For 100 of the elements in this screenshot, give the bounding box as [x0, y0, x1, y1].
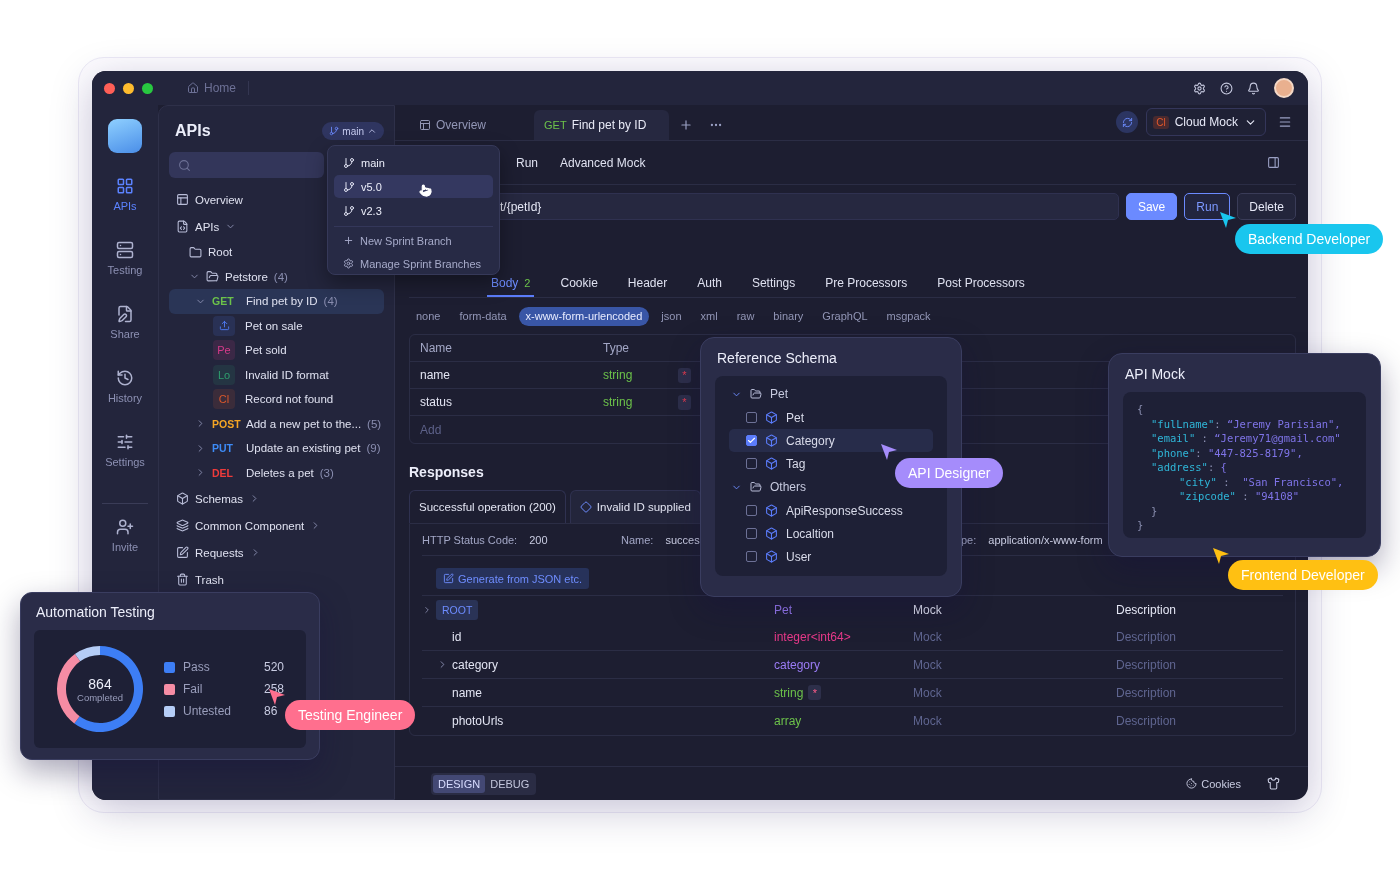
- checkbox[interactable]: [746, 528, 757, 539]
- rail-item[interactable]: Testing: [107, 241, 143, 305]
- tree-item[interactable]: Common Component: [169, 512, 384, 539]
- role-tag: Testing Engineer: [285, 700, 416, 730]
- table-cell: category: [452, 657, 499, 672]
- cookie-icon: [1186, 778, 1198, 789]
- body-type-option[interactable]: x-www-form-urlencoded: [518, 306, 650, 326]
- table-cell: Description: [1116, 685, 1177, 700]
- total-label: Completed: [77, 691, 123, 703]
- tree-item[interactable]: Schemas: [169, 485, 384, 512]
- request-tab[interactable]: Post Processors: [933, 271, 1029, 297]
- help-icon[interactable]: [1220, 81, 1233, 95]
- invite-button[interactable]: Invite: [111, 518, 139, 582]
- request-tab[interactable]: Header: [623, 271, 672, 297]
- cube-icon: [765, 550, 778, 563]
- rail-item[interactable]: APIs: [113, 177, 137, 241]
- sync-icon[interactable]: [1116, 111, 1139, 133]
- sub-tab[interactable]: Run: [516, 155, 538, 170]
- panel-toggle-icon[interactable]: [1267, 156, 1280, 169]
- menu-action[interactable]: New Sprint Branch: [334, 229, 493, 252]
- case-item[interactable]: Lo Invalid ID format: [169, 362, 384, 387]
- code-line: "fulLname": “Jeremy Parisian",: [1151, 416, 1341, 431]
- schema-item[interactable]: Category: [729, 429, 933, 452]
- branch-option[interactable]: v5.0: [334, 175, 493, 198]
- shirt-icon[interactable]: [1267, 777, 1280, 790]
- panel-title: APIs: [175, 122, 211, 140]
- checkbox[interactable]: [746, 505, 757, 516]
- action-button[interactable]: Delete: [1237, 193, 1296, 220]
- column-header: Type: [603, 341, 630, 355]
- tree-item[interactable]: Requests: [169, 539, 384, 566]
- request-tab[interactable]: Cookie: [556, 271, 602, 297]
- pointer-icon: [1212, 547, 1230, 565]
- minimize-icon[interactable]: [123, 82, 134, 94]
- sub-tab[interactable]: Advanced Mock: [560, 155, 646, 170]
- method-label: PUT: [212, 442, 234, 455]
- method-label: DEL: [212, 466, 234, 479]
- request-tab[interactable]: Settings: [747, 271, 800, 297]
- file-code-icon: [176, 220, 189, 233]
- endpoint-item[interactable]: GET Find pet by ID (4): [169, 289, 384, 314]
- endpoint-item[interactable]: DEL Deletes a pet (3): [169, 460, 384, 485]
- mode-toggle[interactable]: DESIGN: [433, 774, 486, 793]
- code-line: {: [1137, 402, 1144, 417]
- schema-item[interactable]: Tag: [729, 452, 814, 475]
- body-type-option[interactable]: raw: [729, 306, 762, 326]
- search-field[interactable]: [169, 152, 324, 178]
- case-item[interactable]: Pet on sale: [169, 313, 384, 338]
- case-item[interactable]: Pe Pet sold: [169, 338, 384, 363]
- endpoint-item[interactable]: PUT Update an existing pet (9): [169, 436, 384, 461]
- field-label: Name:: [621, 533, 654, 546]
- body-type-option[interactable]: binary: [766, 306, 811, 326]
- body-type-option[interactable]: GraphQL: [815, 306, 875, 326]
- checkbox[interactable]: [746, 551, 757, 562]
- branch-option[interactable]: main: [334, 151, 493, 174]
- endpoint-item[interactable]: POST Add a new pet to the... (5): [169, 411, 384, 436]
- request-tab[interactable]: Auth: [693, 271, 726, 297]
- body-type-option[interactable]: msgpack: [879, 306, 938, 326]
- editor-tab[interactable]: Overview: [409, 110, 496, 140]
- body-type-option[interactable]: json: [654, 306, 689, 326]
- response-tab[interactable]: Successful operation (200): [409, 490, 566, 523]
- schema-item[interactable]: ApiResponseSuccess: [729, 499, 911, 522]
- close-icon[interactable]: [104, 82, 115, 94]
- cube-icon: [765, 457, 778, 470]
- cookies-button[interactable]: Cookies: [1180, 776, 1247, 791]
- body-type-option[interactable]: none: [409, 306, 448, 326]
- avatar[interactable]: [1274, 78, 1294, 98]
- settings-icon[interactable]: [1193, 81, 1206, 95]
- schema-group[interactable]: Others: [731, 475, 806, 499]
- case-item[interactable]: Cl Record not found: [169, 387, 384, 412]
- chevron-right-icon[interactable]: [422, 604, 432, 615]
- schema-item[interactable]: User: [729, 545, 820, 568]
- action-button[interactable]: Run: [1184, 193, 1231, 220]
- checkbox[interactable]: [746, 435, 757, 446]
- schema-item[interactable]: Pet: [729, 406, 812, 429]
- response-tab[interactable]: Invalid ID supplied: [569, 490, 701, 523]
- request-tab[interactable]: Pre Processors: [821, 271, 912, 297]
- rail-item[interactable]: Share: [110, 305, 140, 369]
- generate-button[interactable]: Generate from JSON etc.: [436, 568, 590, 589]
- editor-tab[interactable]: GET Find pet by ID: [534, 110, 669, 140]
- table-cell: string: [603, 368, 633, 382]
- body-type-option[interactable]: xml: [693, 306, 725, 326]
- checkbox[interactable]: [746, 412, 757, 423]
- rail-item[interactable]: History: [107, 369, 143, 433]
- table-cell: string: [603, 395, 633, 409]
- mode-toggle[interactable]: DEBUG: [485, 774, 535, 793]
- checkbox[interactable]: [746, 458, 757, 469]
- schema-item[interactable]: Localtion: [729, 522, 843, 545]
- table-cell: Description: [1116, 657, 1177, 672]
- rail-item[interactable]: Settings: [105, 433, 145, 497]
- code-line: "email" : “Jeremy71@gmail.com": [1151, 431, 1341, 446]
- environment-select[interactable]: Cl Cloud Mock: [1146, 108, 1266, 136]
- body-type-option[interactable]: form-data: [452, 306, 514, 326]
- maximize-icon[interactable]: [142, 82, 153, 94]
- code-line: "zipcode" : "94108": [1179, 489, 1300, 504]
- code-line: }: [1137, 518, 1144, 533]
- branch-selector[interactable]: main: [322, 122, 384, 140]
- legend-label: Pass: [183, 660, 211, 674]
- tree-item[interactable]: Trash: [169, 566, 384, 593]
- branch-icon: [329, 126, 340, 136]
- bell-icon[interactable]: [1247, 81, 1260, 95]
- schema-group[interactable]: Pet: [731, 382, 788, 406]
